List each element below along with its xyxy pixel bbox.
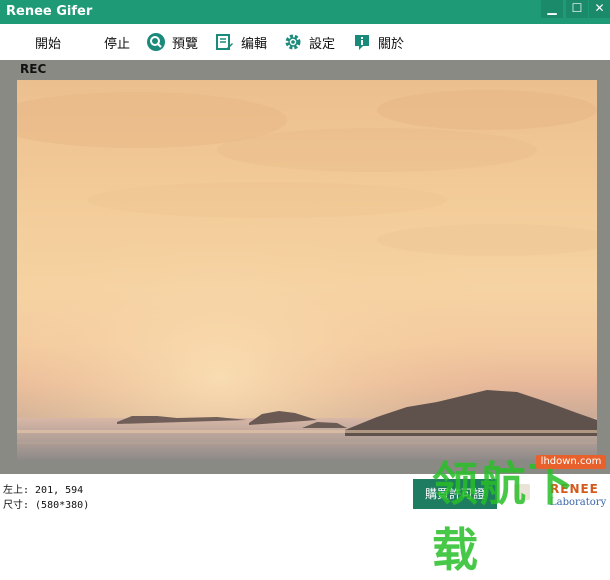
close-button[interactable]: ✕ xyxy=(589,0,610,18)
title-bar: Renee Gifer ▁ ☐ ✕ xyxy=(0,0,610,24)
edit-label: 编輯 xyxy=(241,36,268,52)
settings-label: 設定 xyxy=(309,36,336,52)
scene-image xyxy=(17,80,597,460)
settings-button[interactable]: 設定 xyxy=(284,32,335,52)
maximize-button[interactable]: ☐ xyxy=(566,0,588,18)
play-icon xyxy=(10,33,28,51)
edit-icon xyxy=(216,33,234,51)
watermark-site: lhdown.com xyxy=(536,455,606,469)
preview-label: 預覽 xyxy=(172,36,199,52)
start-button[interactable]: 開始 xyxy=(10,32,61,52)
stop-icon xyxy=(79,33,97,51)
position-readout: 左上: 201, 594 xyxy=(3,485,84,496)
edit-button[interactable]: 编輯 xyxy=(216,32,267,52)
app-title: Renee Gifer xyxy=(6,4,93,19)
preview-search-icon xyxy=(147,33,165,51)
start-label: 開始 xyxy=(35,36,62,52)
capture-area[interactable] xyxy=(17,80,597,460)
stop-button[interactable]: 停止 xyxy=(79,32,130,52)
about-button[interactable]: 關於 xyxy=(353,32,404,52)
stop-label: 停止 xyxy=(104,36,131,52)
info-icon xyxy=(353,33,371,51)
preview-button[interactable]: 預覽 xyxy=(147,32,198,52)
rec-label: REC xyxy=(20,62,47,76)
toolbar: 開始 停止 預覽 编輯 設定 關於 xyxy=(0,24,610,61)
minimize-button[interactable]: ▁ xyxy=(541,0,563,18)
gear-icon xyxy=(284,33,302,51)
about-label: 關於 xyxy=(378,36,405,52)
